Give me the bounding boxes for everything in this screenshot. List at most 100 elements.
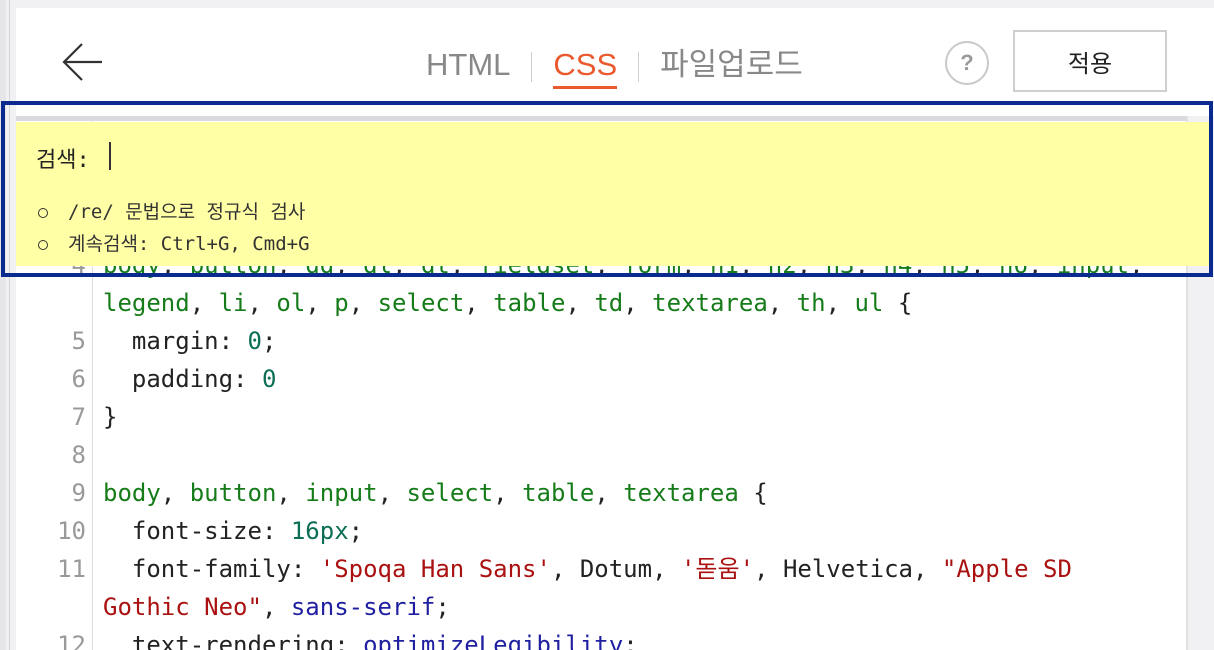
code-token: 0 <box>261 365 277 393</box>
line-number: 9 <box>71 479 86 507</box>
line-text: font-size: 16px; <box>103 512 363 550</box>
code-token: margin: <box>103 327 248 355</box>
search-input[interactable] <box>108 138 508 172</box>
code-token: '돋움' <box>680 555 755 583</box>
code-line[interactable]: 6 padding: 0 <box>16 360 1186 398</box>
code-token: input <box>305 479 378 507</box>
line-text: body, button, input, select, table, text… <box>103 474 768 512</box>
line-text: margin: 0; <box>103 322 277 360</box>
code-token: textarea <box>623 479 739 507</box>
code-token: , <box>261 593 291 621</box>
arrow-left-icon <box>62 43 102 81</box>
code-token: select <box>377 289 465 317</box>
code-token: sans-serif <box>290 593 436 621</box>
code-line[interactable]: 8 <box>16 436 1186 474</box>
code-token: textarea <box>652 289 768 317</box>
code-content[interactable]: 4body, button, dd, dl, dt, fieldset, for… <box>16 246 1186 650</box>
code-token: , <box>247 289 277 317</box>
code-line[interactable]: Gothic Neo", sans-serif; <box>16 588 1186 626</box>
line-text: legend, li, ol, p, select, table, td, te… <box>103 284 912 322</box>
code-token: ul <box>854 289 884 317</box>
code-token: optimizeLegibility <box>363 631 624 650</box>
line-number: 11 <box>57 555 86 583</box>
line-text: text-rendering: optimizeLegibility; <box>103 626 638 650</box>
code-line[interactable]: 11 font-family: 'Spoqa Han Sans', Dotum,… <box>16 550 1186 588</box>
code-token: Gothic Neo" <box>103 593 262 621</box>
code-token: , <box>464 289 494 317</box>
line-number: 10 <box>57 517 86 545</box>
code-line[interactable]: 9 body, button, input, select, table, tex… <box>16 474 1186 512</box>
code-token: ; <box>348 517 364 545</box>
line-text: font-family: 'Spoqa Han Sans', Dotum, '돋… <box>103 550 1072 588</box>
editor-toolbar: HTML CSS 파일업로드 ? 적용 <box>16 8 1214 116</box>
code-token: 'Spoqa Han Sans' <box>319 555 551 583</box>
tab-divider <box>531 52 533 82</box>
code-token: 0 <box>247 327 262 355</box>
code-token: , <box>767 289 797 317</box>
line-number: 5 <box>71 327 86 355</box>
code-token: , <box>305 289 335 317</box>
line-text: } <box>103 398 117 436</box>
search-dialog: 검색: /re/ 문법으로 정규식 검사 계속검색: Ctrl+G, Cmd+G <box>16 122 1210 266</box>
line-number: 8 <box>71 441 86 469</box>
code-token: ; <box>261 327 277 355</box>
search-label: 검색: <box>36 148 90 173</box>
search-hint-continue: 계속검색: Ctrl+G, Cmd+G <box>38 228 310 260</box>
search-hints: /re/ 문법으로 정규식 검사 계속검색: Ctrl+G, Cmd+G <box>38 196 310 260</box>
line-number: 12 <box>57 631 86 650</box>
code-token: ol <box>276 289 306 317</box>
code-token: padding: <box>103 365 262 393</box>
code-token: table <box>493 289 566 317</box>
search-hint-regex: /re/ 문법으로 정규식 검사 <box>38 196 310 228</box>
code-token: , Helvetica, <box>754 555 942 583</box>
code-token: ; <box>435 593 450 621</box>
code-token: } <box>103 403 118 431</box>
bullet-icon <box>38 239 48 250</box>
code-token: "Apple SD <box>941 555 1072 583</box>
left-rail-divider <box>9 0 10 650</box>
code-token: 16px <box>290 517 349 545</box>
code-token: , <box>377 479 407 507</box>
help-button[interactable]: ? <box>945 41 989 85</box>
tab-file-upload[interactable]: 파일업로드 <box>660 48 803 86</box>
code-line[interactable]: 10 font-size: 16px; <box>16 512 1186 550</box>
code-token: , <box>189 289 219 317</box>
code-token: td <box>594 289 624 317</box>
tab-css[interactable]: CSS <box>553 48 618 89</box>
code-token: , <box>348 289 378 317</box>
code-token: { <box>883 289 913 317</box>
editor-tabs: HTML CSS 파일업로드 <box>426 48 803 98</box>
line-number: 7 <box>71 403 86 431</box>
code-token: , <box>276 479 306 507</box>
code-token: font-family: <box>103 555 320 583</box>
bullet-icon <box>38 207 48 218</box>
code-token: table <box>522 479 595 507</box>
line-text: Gothic Neo", sans-serif; <box>103 588 450 626</box>
code-line[interactable]: 5 margin: 0; <box>16 322 1186 360</box>
apply-button[interactable]: 적용 <box>1013 30 1167 92</box>
code-line[interactable]: 12 text-rendering: optimizeLegibility; <box>16 626 1186 650</box>
code-line[interactable]: 7} <box>16 398 1186 436</box>
tab-divider <box>638 52 640 82</box>
code-token: li <box>218 289 248 317</box>
tab-html[interactable]: HTML <box>426 48 510 86</box>
text-cursor <box>109 142 111 170</box>
code-token: , <box>565 289 595 317</box>
line-text: padding: 0 <box>103 360 277 398</box>
code-token: legend <box>103 289 190 317</box>
code-token: body <box>103 479 161 507</box>
code-token: , <box>825 289 855 317</box>
code-token: text-rendering: <box>103 631 364 650</box>
code-token: , <box>493 479 523 507</box>
code-token: th <box>796 289 826 317</box>
back-button[interactable] <box>60 40 104 84</box>
code-token: font-size: <box>103 517 291 545</box>
question-mark-icon: ? <box>960 50 974 75</box>
code-token: , <box>160 479 190 507</box>
line-number: 6 <box>71 365 86 393</box>
code-token: { <box>738 479 768 507</box>
code-token: p <box>334 289 349 317</box>
code-token: ; <box>623 631 638 650</box>
code-line[interactable]: legend, li, ol, p, select, table, td, te… <box>16 284 1186 322</box>
code-token: button <box>189 479 277 507</box>
